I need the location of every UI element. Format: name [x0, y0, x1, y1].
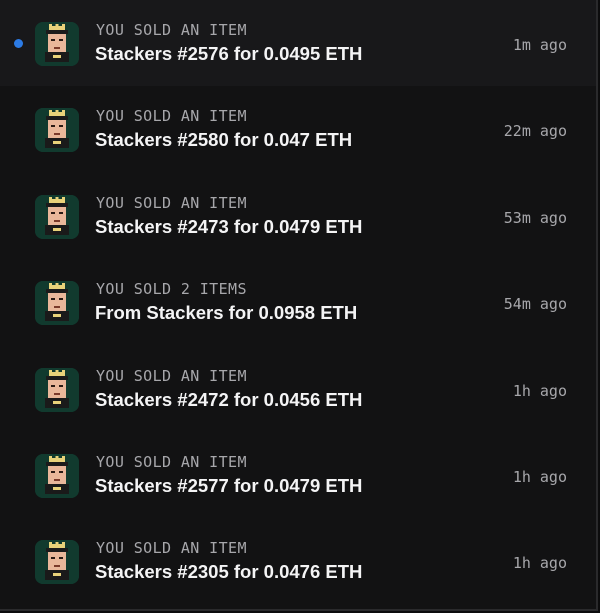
- stackers-avatar-icon: [35, 108, 79, 152]
- notification-title: Stackers #2305 for 0.0476 ETH: [95, 561, 363, 582]
- notification-time: 1h ago: [512, 468, 567, 486]
- notification-item-5[interactable]: YOU SOLD AN ITEM Stackers #2472 for 0.04…: [0, 346, 596, 432]
- unread-dot: [14, 39, 23, 48]
- stackers-avatar-icon: [35, 454, 79, 498]
- notification-title: Stackers #2473 for 0.0479 ETH: [95, 216, 363, 237]
- notification-title: Stackers #2576 for 0.0495 ETH: [95, 43, 363, 64]
- notification-time: 53m ago: [503, 209, 567, 227]
- notification-time: 1m ago: [512, 36, 567, 54]
- notification-kicker: YOU SOLD AN ITEM: [96, 453, 247, 471]
- notification-title: Stackers #2472 for 0.0456 ETH: [95, 389, 363, 410]
- stackers-avatar-icon: [35, 281, 79, 325]
- notification-title: From Stackers for 0.0958 ETH: [95, 302, 358, 323]
- stackers-avatar-icon: [35, 540, 79, 584]
- notification-item-7[interactable]: YOU SOLD AN ITEM Stackers #2305 for 0.04…: [0, 518, 596, 604]
- stackers-avatar-icon: [35, 368, 79, 412]
- notification-kicker: YOU SOLD AN ITEM: [96, 539, 247, 557]
- notification-time: 1h ago: [512, 554, 567, 572]
- stackers-avatar-icon: [35, 195, 79, 239]
- notification-kicker: YOU SOLD AN ITEM: [96, 21, 247, 39]
- notification-item-4[interactable]: YOU SOLD 2 ITEMS From Stackers for 0.095…: [0, 259, 596, 345]
- notification-title: Stackers #2580 for 0.047 ETH: [95, 129, 353, 150]
- notification-time: 22m ago: [503, 122, 567, 140]
- notification-kicker: YOU SOLD AN ITEM: [96, 107, 247, 125]
- notification-list: YOU SOLD AN ITEM Stackers #2576 for 0.04…: [0, 0, 598, 611]
- stackers-avatar-icon: [35, 22, 79, 66]
- notification-kicker: YOU SOLD AN ITEM: [96, 367, 247, 385]
- notification-time: 1h ago: [512, 382, 567, 400]
- notification-title: Stackers #2577 for 0.0479 ETH: [95, 475, 363, 496]
- notification-item-3[interactable]: YOU SOLD AN ITEM Stackers #2473 for 0.04…: [0, 173, 596, 259]
- notification-item-1[interactable]: YOU SOLD AN ITEM Stackers #2576 for 0.04…: [0, 0, 596, 86]
- notification-kicker: YOU SOLD AN ITEM: [96, 194, 247, 212]
- notification-item-2[interactable]: YOU SOLD AN ITEM Stackers #2580 for 0.04…: [0, 86, 596, 172]
- notification-time: 54m ago: [503, 295, 567, 313]
- notification-item-6[interactable]: YOU SOLD AN ITEM Stackers #2577 for 0.04…: [0, 432, 596, 518]
- notification-kicker: YOU SOLD 2 ITEMS: [96, 280, 247, 298]
